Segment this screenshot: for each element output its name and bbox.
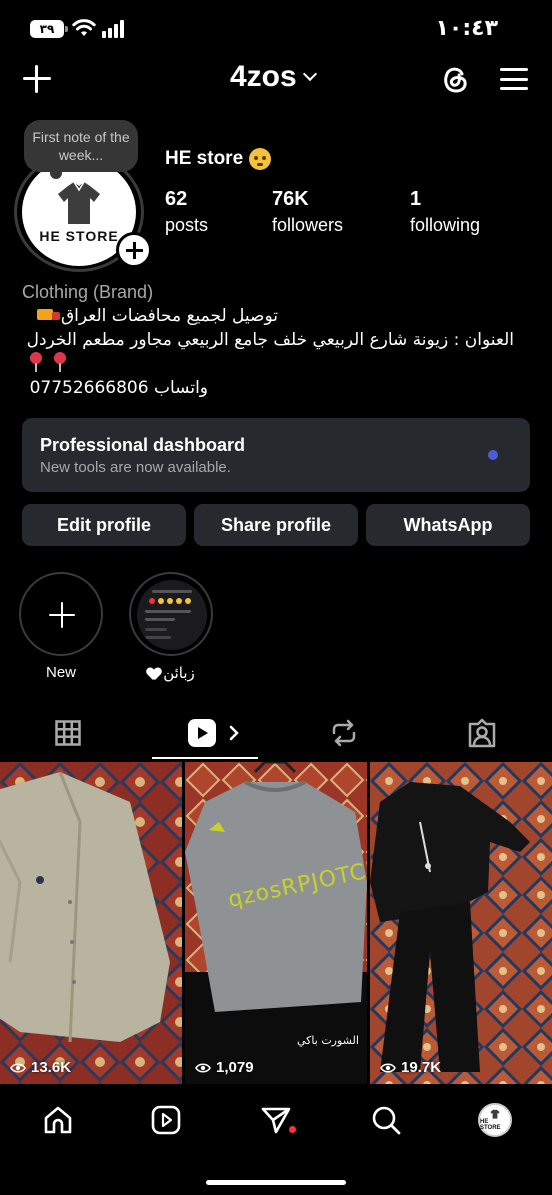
active-tab-indicator <box>152 757 258 759</box>
stat-following-value: 1 <box>410 188 422 210</box>
view-count-text: 1,079 <box>216 1059 254 1076</box>
whatsapp-button[interactable]: WhatsApp <box>366 504 530 546</box>
reels-nav-icon <box>151 1105 181 1135</box>
repost-icon <box>332 719 356 747</box>
status-time: ١٠:٤٣ <box>435 16 498 41</box>
tab-reels[interactable] <box>176 706 250 760</box>
status-bar: ٣٩ ١٠:٤٣ <box>0 0 552 60</box>
battery-level: ٣٩ <box>39 22 55 36</box>
reel-thumbnail <box>0 762 182 1084</box>
bio-line-address: العنوان : زيونة شارع الربيعي خلف جامع ال… <box>26 330 514 350</box>
send-icon <box>261 1107 291 1134</box>
search-icon <box>372 1106 401 1135</box>
account-switcher[interactable]: 4zos <box>230 60 317 94</box>
profile-category: Clothing (Brand) <box>22 282 154 302</box>
bio-line-delivery: توصيل لجميع محافضات العراق <box>22 306 278 326</box>
stat-following[interactable]: 1 following <box>410 188 480 236</box>
reels-grid: 13.6K qzosRPJOTCE الشورت باكي 1,079 19.7… <box>0 762 552 1084</box>
tab-tagged[interactable] <box>454 706 510 760</box>
eye-icon <box>380 1062 396 1073</box>
chevron-down-icon <box>302 66 317 82</box>
white-heart-icon <box>147 668 161 681</box>
highlight-new[interactable]: New <box>18 572 104 681</box>
note-bubble[interactable]: First note of the week... <box>24 120 138 179</box>
stat-posts-label: posts <box>165 215 209 235</box>
username-label: 4zos <box>230 60 297 93</box>
battery-icon: ٣٩ <box>30 20 68 38</box>
nav-reels[interactable] <box>146 1100 186 1140</box>
bio-pins <box>24 352 72 372</box>
avatar-brand-text: HE STORE <box>39 228 119 244</box>
profile-top-nav: 4zos <box>0 56 552 102</box>
view-count: 13.6K <box>10 1059 71 1076</box>
edit-profile-button[interactable]: Edit profile <box>22 504 186 546</box>
grid-icon <box>55 720 81 746</box>
display-name: HE store <box>165 148 272 170</box>
menu-icon[interactable] <box>500 68 528 90</box>
threads-icon[interactable] <box>440 62 470 96</box>
add-story-icon[interactable] <box>116 232 152 268</box>
reel-tile[interactable]: 19.7K <box>370 762 552 1084</box>
wifi-icon <box>72 19 96 36</box>
profile-tabs <box>0 706 552 760</box>
profile-avatar-small: HE STORE <box>478 1103 512 1137</box>
professional-dashboard[interactable]: Professional dashboard New tools are now… <box>22 418 530 492</box>
dashboard-title: Professional dashboard <box>40 435 246 455</box>
highlight-new-label: New <box>45 664 76 681</box>
stat-posts[interactable]: 62 posts <box>165 188 208 236</box>
pleading-face-icon <box>249 148 272 170</box>
dashboard-subtitle: New tools are now available. <box>40 459 231 476</box>
reel-tile[interactable]: 13.6K <box>0 762 182 1084</box>
view-count-text: 13.6K <box>31 1059 72 1076</box>
pin-icon <box>30 352 42 372</box>
shirt-logo-icon <box>58 181 100 224</box>
new-indicator-dot <box>488 450 498 460</box>
plus-icon <box>19 572 103 656</box>
nav-home[interactable] <box>38 1100 78 1140</box>
nav-search[interactable] <box>366 1100 406 1140</box>
display-name-text: HE store <box>165 148 244 169</box>
share-profile-button[interactable]: Share profile <box>194 504 358 546</box>
reel-tile[interactable]: qzosRPJOTCE الشورت باكي 1,079 <box>185 762 367 1084</box>
view-count-text: 19.7K <box>401 1059 442 1076</box>
chevron-right-icon <box>229 725 239 741</box>
stat-posts-value: 62 <box>165 188 188 210</box>
notification-dot <box>289 1126 296 1133</box>
tab-grid[interactable] <box>40 706 96 760</box>
eye-icon <box>10 1062 26 1073</box>
create-plus-icon[interactable] <box>22 64 52 94</box>
shirt-logo-icon <box>490 1109 500 1119</box>
highlight-thumbnail <box>137 580 207 650</box>
view-count: 1,079 <box>195 1059 254 1076</box>
reels-icon <box>188 719 216 747</box>
stat-followers[interactable]: 76K followers <box>272 188 343 236</box>
highlight-customers[interactable]: زبائن <box>128 572 214 682</box>
home-indicator <box>206 1180 346 1185</box>
delivery-truck-icon <box>36 308 61 324</box>
stat-followers-label: followers <box>272 215 344 235</box>
highlight-cover <box>129 572 213 656</box>
reel-caption: الشورت باكي <box>297 1034 359 1047</box>
eye-icon <box>195 1062 211 1073</box>
nav-profile[interactable]: HE STORE <box>475 1100 515 1140</box>
bio-delivery-text: توصيل لجميع محافضات العراق <box>60 306 278 326</box>
home-icon <box>44 1106 72 1134</box>
view-count: 19.7K <box>380 1059 441 1076</box>
pin-icon <box>54 352 66 372</box>
reel-thumbnail <box>370 762 552 1084</box>
signal-icon <box>102 20 124 38</box>
highlight-customers-text: زبائن <box>163 665 195 682</box>
mini-avatar-brand: HE STORE <box>480 1119 501 1131</box>
tab-reposts[interactable] <box>316 706 372 760</box>
bottom-nav: HE STORE <box>0 1084 552 1195</box>
stat-followers-value: 76K <box>272 188 309 210</box>
bio-line-whatsapp[interactable]: واتساب 07752666806 <box>22 378 208 398</box>
nav-messages[interactable] <box>256 1100 296 1140</box>
tagged-icon <box>468 718 496 748</box>
stat-following-label: following <box>410 215 481 235</box>
highlight-customers-label: زبائن <box>128 664 214 682</box>
